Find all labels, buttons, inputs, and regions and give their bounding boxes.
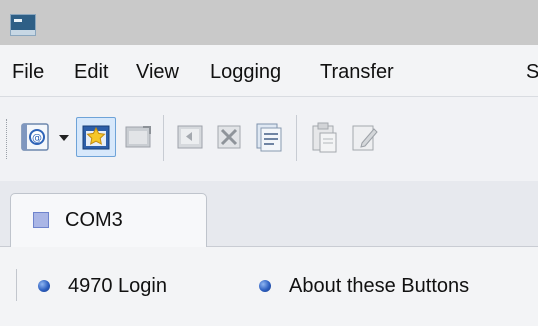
title-bar — [0, 0, 538, 45]
button-bar-grip[interactable] — [16, 269, 17, 301]
button-label: 4970 Login — [68, 275, 167, 297]
tab-label: COM3 — [65, 209, 123, 231]
new-session-star-icon — [82, 125, 110, 150]
disconnect-button[interactable] — [211, 119, 247, 155]
session-tab-bar: COM3 — [0, 181, 538, 248]
quick-connect-button[interactable] — [121, 119, 157, 155]
toolbar-separator — [163, 115, 164, 161]
new-session-button[interactable] — [76, 117, 116, 157]
menu-edit[interactable]: Edit — [74, 61, 108, 83]
dropdown-arrow-icon — [59, 135, 69, 141]
paste-button[interactable] — [306, 119, 342, 155]
tab-com3[interactable]: COM3 — [10, 193, 207, 248]
session-options-button[interactable] — [250, 119, 286, 155]
connect-icon: @ — [21, 123, 49, 151]
toolbar-separator — [296, 115, 297, 161]
connect-button[interactable]: @ — [18, 119, 54, 155]
toolbar-grip[interactable] — [6, 119, 11, 159]
serial-port-icon — [33, 212, 49, 228]
quick-connect-icon — [125, 126, 151, 148]
svg-text:@: @ — [32, 133, 42, 144]
menu-file[interactable]: File — [12, 61, 44, 83]
session-options-icon — [256, 123, 282, 152]
bullet-icon — [38, 280, 50, 292]
disconnect-icon — [217, 125, 241, 149]
reconnect-icon — [177, 125, 203, 149]
terminal-app-icon[interactable] — [10, 14, 36, 36]
bullet-icon — [259, 280, 271, 292]
menu-transfer[interactable]: Transfer — [320, 61, 394, 83]
about-buttons-button[interactable]: About these Buttons — [259, 275, 538, 299]
menu-script[interactable]: S — [526, 61, 538, 83]
reconnect-button[interactable] — [172, 119, 208, 155]
edit-icon — [352, 125, 378, 151]
menu-logging[interactable]: Logging — [210, 61, 281, 83]
menu-bar: File Edit View Logging Transfer S — [0, 45, 538, 97]
menu-view[interactable]: View — [136, 61, 179, 83]
edit-button[interactable] — [346, 119, 382, 155]
toolbar: @ — [0, 97, 538, 181]
button-bar: 4970 Login About these Buttons — [0, 247, 538, 326]
connect-dropdown-button[interactable] — [55, 119, 73, 155]
paste-icon — [312, 122, 337, 153]
button-label: About these Buttons — [289, 275, 470, 297]
login-4970-button[interactable]: 4970 Login — [38, 275, 213, 299]
